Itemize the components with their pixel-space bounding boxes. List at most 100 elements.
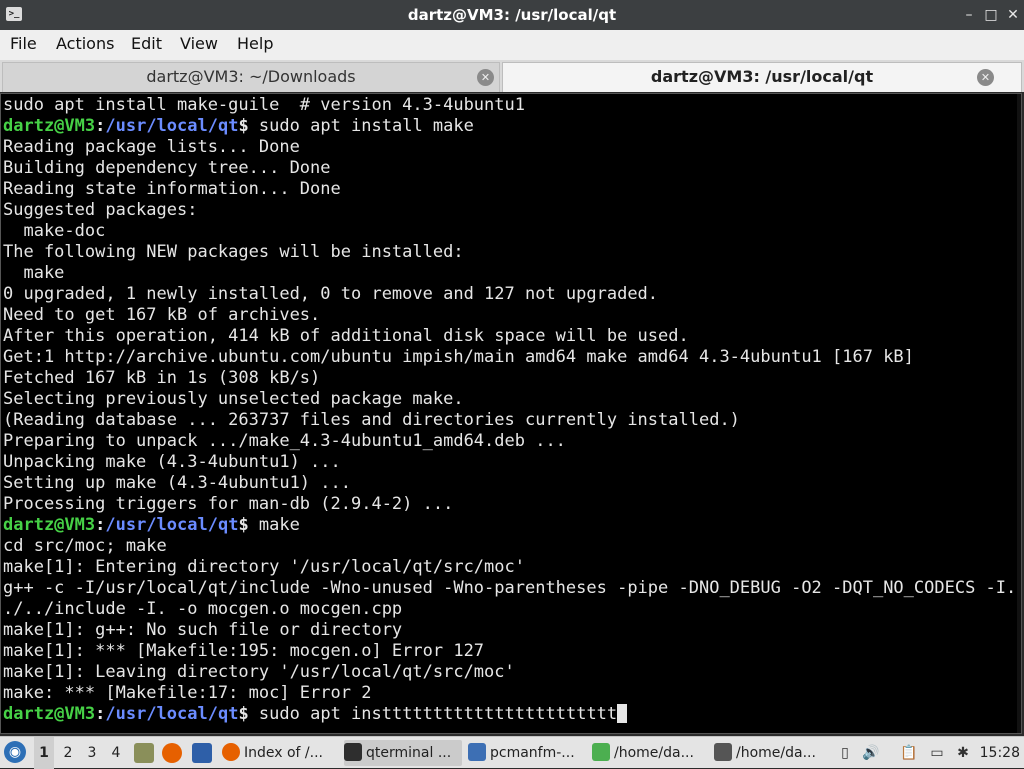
task-label: qterminal ... bbox=[366, 745, 452, 761]
prompt-colon: : bbox=[95, 116, 106, 136]
output-text: Processing triggers for man-db (2.9.4-2)… bbox=[3, 494, 454, 514]
command-text: make bbox=[248, 515, 300, 535]
start-menu-icon[interactable]: ◉ bbox=[4, 741, 26, 763]
clock[interactable]: 15:28 bbox=[980, 737, 1020, 769]
terminal-output-line: Suggested packages: bbox=[3, 200, 1016, 221]
task-label: /home/da... bbox=[614, 745, 694, 761]
output-text: Setting up make (4.3-4ubuntu1) ... bbox=[3, 473, 351, 493]
task-label: pcmanfm-... bbox=[490, 745, 575, 761]
output-text: make[1]: Entering directory '/usr/local/… bbox=[3, 557, 525, 577]
terminal-output-line: Processing triggers for man-db (2.9.4-2)… bbox=[3, 494, 1016, 515]
pen-icon bbox=[714, 743, 732, 761]
prompt-sign: $ bbox=[238, 116, 249, 136]
output-text: (Reading database ... 263737 files and d… bbox=[3, 410, 740, 430]
output-text: g++ -c -I/usr/local/qt/include -Wno-unus… bbox=[3, 578, 1017, 598]
terminal-output-line: Selecting previously unselected package … bbox=[3, 389, 1016, 410]
terminal-command-line: dartz@VM3:/usr/local/qt$ sudo apt insttt… bbox=[3, 704, 1016, 725]
output-text: 0 upgraded, 1 newly installed, 0 to remo… bbox=[3, 284, 659, 304]
output-text: Suggested packages: bbox=[3, 200, 198, 220]
network-icon[interactable]: ▭ bbox=[928, 744, 946, 762]
terminal-scrollbar[interactable] bbox=[1017, 94, 1021, 733]
output-text: Building dependency tree... Done bbox=[3, 158, 331, 178]
output-text: make-doc bbox=[3, 221, 106, 241]
terminal-icon bbox=[344, 743, 362, 761]
firefox-icon bbox=[222, 743, 240, 761]
window-title: dartz@VM3: /usr/local/qt bbox=[407, 6, 617, 24]
tab-label: dartz@VM3: /usr/local/qt bbox=[650, 67, 874, 86]
terminal-output-line: sudo apt install make-guile # version 4.… bbox=[3, 95, 1016, 116]
output-text: make bbox=[3, 263, 65, 283]
output-text: Selecting previously unselected package … bbox=[3, 389, 464, 409]
minimize-icon[interactable]: – bbox=[960, 6, 978, 24]
terminal-output-line: (Reading database ... 263737 files and d… bbox=[3, 410, 1016, 431]
tab-downloads[interactable]: dartz@VM3: ~/Downloads ✕ bbox=[2, 62, 500, 92]
workspace-2[interactable]: 2 bbox=[58, 737, 78, 769]
task-qterminal[interactable]: qterminal ... bbox=[344, 740, 462, 766]
output-text: make[1]: g++: No such file or directory bbox=[3, 620, 403, 640]
output-text: ./../include -I. -o mocgen.o mocgen.cpp bbox=[3, 599, 403, 619]
menu-help[interactable]: Help bbox=[237, 30, 273, 60]
output-text: make[1]: *** [Makefile:195: mocgen.o] Er… bbox=[3, 641, 485, 661]
tab-label: dartz@VM3: ~/Downloads bbox=[146, 67, 356, 86]
terminal-output-line: After this operation, 414 kB of addition… bbox=[3, 326, 1016, 347]
output-text: make[1]: Leaving directory '/usr/local/q… bbox=[3, 662, 515, 682]
workspace-1[interactable]: 1 bbox=[34, 737, 54, 769]
battery-icon[interactable]: ▯ bbox=[836, 744, 854, 762]
task-label: /home/da... bbox=[736, 745, 816, 761]
task-pen-editor[interactable]: /home/da... bbox=[714, 740, 826, 766]
show-desktop-icon[interactable] bbox=[134, 743, 154, 763]
terminal-view[interactable]: sudo apt install make-guile # version 4.… bbox=[0, 93, 1022, 734]
terminal-output-line: make[1]: *** [Makefile:195: mocgen.o] Er… bbox=[3, 641, 1016, 662]
output-text: sudo apt install make-guile # version 4.… bbox=[3, 95, 525, 115]
bluetooth-icon[interactable]: ✱ bbox=[954, 744, 972, 762]
menu-actions[interactable]: Actions bbox=[56, 30, 114, 60]
terminal-output-line: make[1]: g++: No such file or directory bbox=[3, 620, 1016, 641]
close-icon[interactable]: ✕ bbox=[1004, 6, 1022, 24]
task-firefox[interactable]: Index of /... bbox=[222, 740, 338, 766]
terminal-output-line: make[1]: Entering directory '/usr/local/… bbox=[3, 557, 1016, 578]
output-text: make: *** [Makefile:17: moc] Error 2 bbox=[3, 683, 372, 703]
terminal-output-line: Setting up make (4.3-4ubuntu1) ... bbox=[3, 473, 1016, 494]
command-text: sudo apt insttttttttttttttttttttttt bbox=[248, 704, 618, 724]
tab-close-icon[interactable]: ✕ bbox=[977, 69, 994, 86]
task-pcmanfm[interactable]: pcmanfm-... bbox=[468, 740, 584, 766]
output-text: Reading package lists... Done bbox=[3, 137, 300, 157]
output-text: cd src/moc; make bbox=[3, 536, 167, 556]
terminal-output-line: The following NEW packages will be insta… bbox=[3, 242, 1016, 263]
volume-icon[interactable]: 🔊 bbox=[862, 744, 880, 762]
terminal-command-line: dartz@VM3:/usr/local/qt$ make bbox=[3, 515, 1016, 536]
terminal-output-line: 0 upgraded, 1 newly installed, 0 to remo… bbox=[3, 284, 1016, 305]
file-manager-launcher-icon[interactable] bbox=[192, 743, 212, 763]
output-text: Need to get 167 kB of archives. bbox=[3, 305, 321, 325]
output-text: Preparing to unpack .../make_4.3-4ubuntu… bbox=[3, 431, 566, 451]
output-text: Reading state information... Done bbox=[3, 179, 341, 199]
taskbar: ◉ 1 2 3 4 Index of /... qterminal ... pc… bbox=[0, 736, 1024, 769]
command-text: sudo apt install make bbox=[248, 116, 474, 136]
menu-bar: File Actions Edit View Help bbox=[0, 30, 1024, 61]
window-titlebar[interactable]: >_ dartz@VM3: /usr/local/qt – □ ✕ bbox=[0, 0, 1024, 30]
terminal-output-line: Building dependency tree... Done bbox=[3, 158, 1016, 179]
tab-close-icon[interactable]: ✕ bbox=[477, 69, 494, 86]
output-text: Unpacking make (4.3-4ubuntu1) ... bbox=[3, 452, 341, 472]
terminal-output-line: cd src/moc; make bbox=[3, 536, 1016, 557]
firefox-launcher-icon[interactable] bbox=[162, 743, 182, 763]
menu-edit[interactable]: Edit bbox=[131, 30, 162, 60]
menu-file[interactable]: File bbox=[10, 30, 37, 60]
terminal-command-line: dartz@VM3:/usr/local/qt$ sudo apt instal… bbox=[3, 116, 1016, 137]
clipboard-icon[interactable]: 📋 bbox=[900, 744, 918, 762]
menu-view[interactable]: View bbox=[180, 30, 218, 60]
workspace-3[interactable]: 3 bbox=[82, 737, 102, 769]
task-text-editor[interactable]: /home/da... bbox=[592, 740, 708, 766]
prompt-user-host: dartz@VM3 bbox=[3, 704, 96, 724]
tab-usr-local-qt[interactable]: dartz@VM3: /usr/local/qt ✕ bbox=[502, 62, 1022, 92]
output-text: The following NEW packages will be insta… bbox=[3, 242, 464, 262]
terminal-output-line: make-doc bbox=[3, 221, 1016, 242]
workspace-4[interactable]: 4 bbox=[106, 737, 126, 769]
maximize-icon[interactable]: □ bbox=[982, 6, 1000, 24]
terminal-output-line: g++ -c -I/usr/local/qt/include -Wno-unus… bbox=[3, 578, 1016, 599]
prompt-user-host: dartz@VM3 bbox=[3, 116, 96, 136]
terminal-output-line: make: *** [Makefile:17: moc] Error 2 bbox=[3, 683, 1016, 704]
terminal-output-line: Fetched 167 kB in 1s (308 kB/s) bbox=[3, 368, 1016, 389]
terminal-output-line: Reading state information... Done bbox=[3, 179, 1016, 200]
terminal-output-line: make bbox=[3, 263, 1016, 284]
